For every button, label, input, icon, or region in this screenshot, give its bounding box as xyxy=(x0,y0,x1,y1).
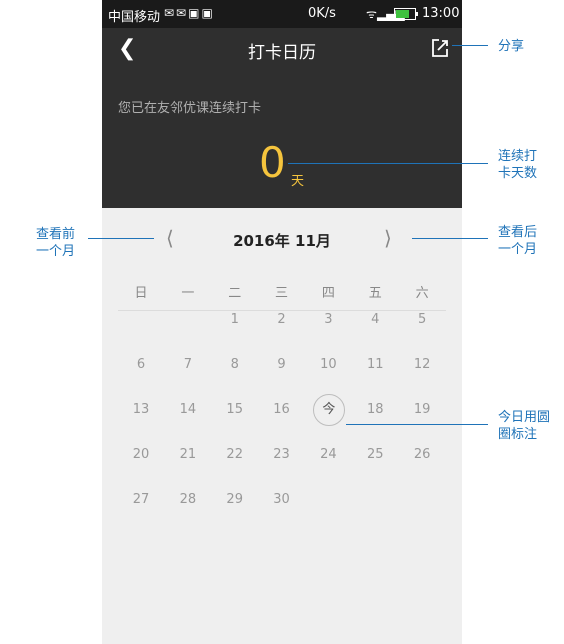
weekday-label: 日 xyxy=(134,286,148,301)
calendar-day[interactable]: 10 xyxy=(305,357,351,372)
calendar-day[interactable]: 22 xyxy=(212,447,258,462)
weekday-label: 一 xyxy=(181,286,195,301)
month-label: 2016年 11月 xyxy=(233,232,331,250)
streak-description: 您已在友邻优课连续打卡 xyxy=(118,101,262,116)
today-annotation: 今日用圆 圈标注 xyxy=(498,409,550,443)
clock: 13:00 xyxy=(422,6,460,21)
calendar-day[interactable]: 16 xyxy=(259,402,305,417)
next-annotation-line xyxy=(412,238,488,239)
notification-icons: ✉✉▣▣ xyxy=(164,6,215,20)
calendar-day[interactable]: 29 xyxy=(212,492,258,507)
day-grid: 1 2 3 4 5 6 7 8 9 10 11 12 13 14 15 16 今 18 19 20 21 22 23 24 25… xyxy=(118,312,446,532)
calendar-day[interactable]: 25 xyxy=(352,447,398,462)
calendar-day[interactable]: 8 xyxy=(212,357,258,372)
weekday-label: 三 xyxy=(275,286,289,301)
streak-annotation-line xyxy=(288,163,488,164)
carrier-label: 中国移动 xyxy=(108,10,161,25)
today-annotation-line1: 今日用圆 xyxy=(498,410,551,425)
next-month-annotation: 查看后 一个月 xyxy=(498,224,537,258)
weekday-label: 四 xyxy=(321,286,335,301)
weekday-label: 六 xyxy=(415,286,429,301)
calendar-day[interactable]: 3 xyxy=(305,312,351,327)
calendar-day[interactable]: 24 xyxy=(305,447,351,462)
calendar-day[interactable]: 21 xyxy=(165,447,211,462)
today-annotation-line xyxy=(346,424,488,425)
calendar-day[interactable]: 23 xyxy=(259,447,305,462)
calendar-day[interactable]: 18 xyxy=(352,402,398,417)
prev-annotation-line2: 一个月 xyxy=(36,244,76,259)
calendar-day[interactable]: 12 xyxy=(399,357,445,372)
next-annotation-line2: 一个月 xyxy=(498,242,538,257)
calendar-day[interactable]: 30 xyxy=(259,492,305,507)
calendar-day[interactable]: 13 xyxy=(118,402,164,417)
prev-annotation-line xyxy=(88,238,154,239)
prev-month-annotation: 查看前 一个月 xyxy=(36,226,75,260)
weekday-header: 日一二三四五六 xyxy=(118,278,446,311)
streak-annotation-line2: 卡天数 xyxy=(498,166,538,181)
battery-icon xyxy=(394,8,418,20)
calendar-day[interactable]: 19 xyxy=(399,402,445,417)
streak-count: 0 xyxy=(259,138,286,187)
page-title: 打卡日历 xyxy=(248,43,316,63)
share-annotation-line xyxy=(452,45,488,46)
calendar-day[interactable]: 28 xyxy=(165,492,211,507)
calendar-day[interactable]: 27 xyxy=(118,492,164,507)
next-month-icon[interactable]: ⟩ xyxy=(384,226,392,250)
today-marker[interactable]: 今 xyxy=(312,394,345,426)
calendar-day[interactable]: 26 xyxy=(399,447,445,462)
share-annotation: 分享 xyxy=(498,39,525,54)
calendar-day[interactable]: 6 xyxy=(118,357,164,372)
streak-unit: 天 xyxy=(291,174,305,189)
phone-screen: 中国移动 ✉✉▣▣ 0K/s ᯤ▂▄▆ 13:00 ❮ 打卡日历 您已在友邻优课… xyxy=(102,0,462,644)
next-annotation-line1: 查看后 xyxy=(498,225,538,240)
weekday-label: 二 xyxy=(228,286,242,301)
month-navigator: ⟨ 2016年 11月 ⟩ xyxy=(102,208,462,268)
network-speed: 0K/s xyxy=(308,6,336,21)
today-annotation-line2: 圈标注 xyxy=(498,427,538,442)
calendar-day[interactable]: 15 xyxy=(212,402,258,417)
calendar-day[interactable]: 11 xyxy=(352,357,398,372)
streak-annotation-line1: 连续打 xyxy=(498,149,538,164)
calendar-day[interactable]: 7 xyxy=(165,357,211,372)
weekday-label: 五 xyxy=(368,286,382,301)
calendar-day[interactable]: 1 xyxy=(212,312,258,327)
calendar-day[interactable]: 2 xyxy=(259,312,305,327)
calendar-day[interactable]: 9 xyxy=(259,357,305,372)
share-icon[interactable] xyxy=(430,38,450,58)
status-bar: 中国移动 ✉✉▣▣ 0K/s ᯤ▂▄▆ 13:00 xyxy=(102,0,462,28)
streak-header: ❮ 打卡日历 您已在友邻优课连续打卡 0 天 xyxy=(102,28,462,208)
calendar-day[interactable]: 20 xyxy=(118,447,164,462)
calendar-day[interactable]: 5 xyxy=(399,312,445,327)
prev-annotation-line1: 查看前 xyxy=(36,227,76,242)
calendar-day[interactable]: 4 xyxy=(352,312,398,327)
streak-annotation: 连续打 卡天数 xyxy=(498,148,537,182)
calendar-day[interactable]: 14 xyxy=(165,402,211,417)
